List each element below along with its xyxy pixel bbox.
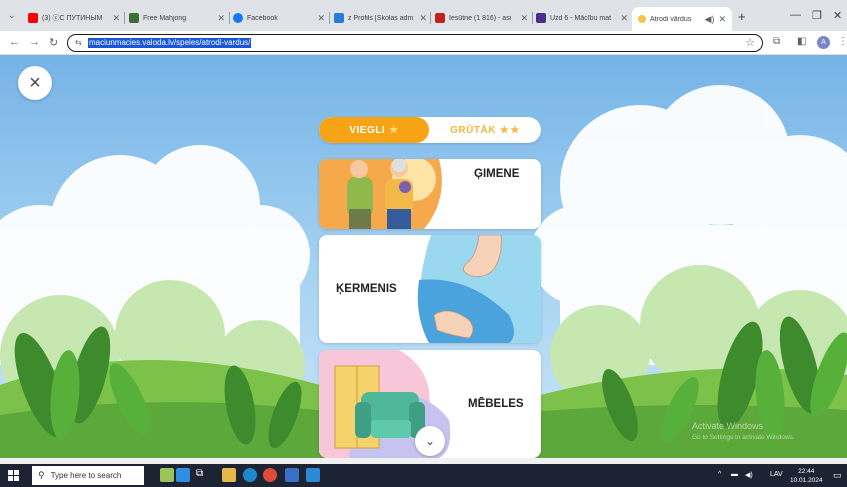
tab-facebook[interactable]: Facebook ✕ [233,7,325,29]
tab-title: Free Mahjong [143,14,187,22]
difficulty-hard-button[interactable]: GRŪTĀK ★ ★ [429,117,541,143]
site-settings-icon[interactable]: ⇆ [75,38,82,47]
scroll-down-button[interactable]: ⌄ [415,426,445,456]
tab-title: Facebook [247,14,278,22]
tray-chevron-icon[interactable]: ^ [718,471,721,478]
tab-youtube[interactable]: (3) ⓒC ПУТИНЫМ ✕ [28,7,120,29]
address-bar[interactable]: ⇆ maciunmacies.valoda.lv/speles/atrodi-v… [67,34,763,52]
bookmark-star-icon[interactable]: ☆ [745,36,755,49]
tab-title: Uzd 6 - Mācību mat [550,14,612,22]
chrome-icon[interactable] [263,468,277,482]
speaker-icon[interactable]: ◀) [745,471,753,479]
widget-icon[interactable] [160,468,174,482]
tab-strip: ⌄ (3) ⓒC ПУТИНЫМ ✕ Free Mahjong ✕ Facebo… [0,0,847,31]
tab-title: Atrodi vārdus [650,15,692,23]
tab-title: z Profils [Skolas adm [348,14,414,22]
menu-icon[interactable]: ⋮ [838,36,847,47]
close-tab-icon[interactable]: ✕ [520,13,528,24]
teams-icon [536,13,546,23]
language-indicator[interactable]: LAV [770,471,783,478]
category-label: ĶERMENIS [336,283,397,295]
network-icon[interactable]: ▬ [731,471,738,478]
category-card-kermenis[interactable]: ĶERMENIS [319,235,541,343]
close-window-button[interactable]: ✕ [833,9,842,22]
app-icon[interactable] [176,468,190,482]
forward-button[interactable]: → [29,36,40,48]
tab-gmail[interactable]: Iesūtne (1 816) - asi ✕ [435,7,528,29]
url-text[interactable]: maciunmacies.valoda.lv/speles/atrodi-var… [88,38,252,48]
youtube-icon [28,13,38,23]
new-tab-button[interactable]: + [738,9,746,24]
search-icon: ⚲ [38,470,45,480]
store-icon[interactable] [306,468,320,482]
search-placeholder: Type here to search [50,471,122,480]
mahjong-icon [129,13,139,23]
star-icon: ★ [389,124,399,136]
category-card-gimene[interactable]: ĢIMENE [319,159,541,229]
difficulty-easy-label: VIEGLI [349,124,386,136]
tab-title: Iesūtne (1 816) - asi [449,14,512,22]
tab-atrodi-vardus[interactable]: Atrodi vārdus ◀) ✕ [632,7,732,31]
task-view-icon[interactable]: ⧉ [196,468,210,482]
tab-title: (3) ⓒC ПУТИНЫМ [42,15,103,22]
extensions-icon[interactable]: ⧉ [773,36,780,47]
taskbar-search[interactable]: ⚲ Type here to search [32,466,144,485]
back-button[interactable]: ← [9,36,20,48]
tab-mahjong[interactable]: Free Mahjong ✕ [129,7,225,29]
activate-windows-watermark: Activate Windows Go to Settings to activ… [692,421,795,443]
clock-time: 22:44 [798,468,815,475]
close-tab-icon[interactable]: ✕ [718,14,726,25]
difficulty-easy-button[interactable]: VIEGLI ★ [319,117,429,143]
category-label: MĒBELES [468,398,524,410]
difficulty-toggle: VIEGLI ★ GRŪTĀK ★ ★ [319,117,541,143]
windows-taskbar: ⚲ Type here to search ⧉ ^ ▬ ◀) LAV 22:44… [0,464,847,487]
notifications-icon[interactable]: ▭ [833,470,842,481]
watermark-line2: Go to Settings to activate Windows. [692,434,795,441]
teams-taskbar-icon[interactable] [285,468,299,482]
browser-toolbar: ← → ↻ ⇆ maciunmacies.valoda.lv/speles/at… [0,31,847,55]
windows-start-icon[interactable] [8,470,19,481]
clock-date: 10.01.2024 [790,477,823,484]
audio-icon[interactable]: ◀) [705,14,715,25]
side-panel-icon[interactable]: ◧ [797,36,806,47]
game-area: × VIEGLI ★ GRŪTĀK ★ ★ ĢIMENE ĶERMENIS MĒ… [0,55,847,458]
edge-icon[interactable] [243,468,257,482]
close-game-button[interactable]: × [18,66,52,100]
reload-button[interactable]: ↻ [49,36,58,49]
category-label: ĢIMENE [474,168,520,180]
profile-avatar[interactable]: A [817,36,830,49]
close-tab-icon[interactable]: ✕ [112,13,120,24]
close-tab-icon[interactable]: ✕ [317,13,325,24]
restore-button[interactable]: ❐ [812,9,822,22]
browser-window: ⌄ (3) ⓒC ПУТИНЫМ ✕ Free Mahjong ✕ Facebo… [0,0,847,487]
profils-icon [334,13,344,23]
close-tab-icon[interactable]: ✕ [419,13,427,24]
watermark-line1: Activate Windows [692,421,764,431]
system-clock[interactable]: 22:44 10.01.2024 [790,467,823,485]
gmail-icon [435,13,445,23]
star-icon: ★ [499,124,510,136]
close-tab-icon[interactable]: ✕ [217,13,225,24]
star-icon: ★ [510,124,520,136]
facebook-icon [233,13,243,23]
tab-profils[interactable]: z Profils [Skolas adm ✕ [334,7,427,29]
minimize-button[interactable]: — [790,9,801,21]
tab-uzd6[interactable]: Uzd 6 - Mācību mat ✕ [536,7,628,29]
sun-icon [638,15,646,23]
close-tab-icon[interactable]: ✕ [620,13,628,24]
tab-search-icon[interactable]: ⌄ [8,10,16,21]
file-explorer-icon[interactable] [222,468,236,482]
difficulty-hard-label: GRŪTĀK [450,124,496,136]
